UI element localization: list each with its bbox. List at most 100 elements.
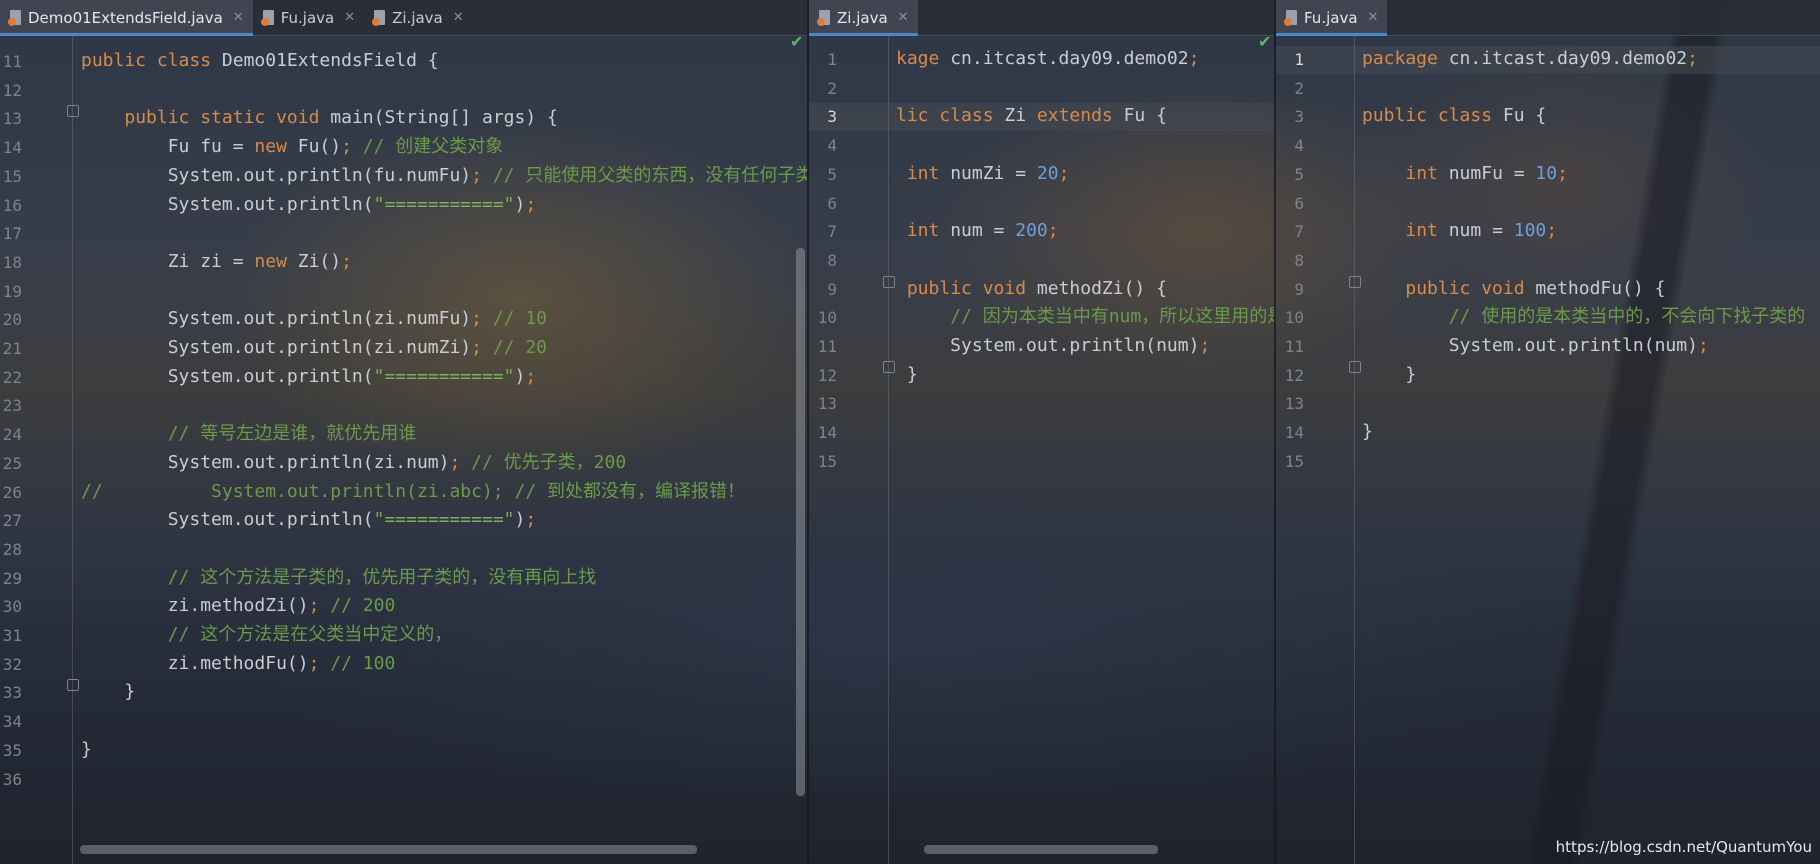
code-line: public static void main(String[] args) { — [81, 106, 557, 130]
horizontal-scrollbar[interactable] — [924, 845, 1158, 854]
code-token: lic class — [896, 105, 1005, 127]
fold-marker-icon[interactable] — [67, 679, 79, 691]
close-icon[interactable]: ✕ — [1368, 10, 1379, 25]
close-icon[interactable]: ✕ — [344, 10, 355, 25]
line-number: 35 — [2, 740, 22, 760]
code-token: 10 — [1535, 162, 1558, 184]
code-line: } — [896, 363, 918, 387]
line-number: 22 — [2, 367, 22, 387]
code-line: Fu fu = new Fu(); // 创建父类对象 — [81, 135, 504, 159]
vertical-scrollbar[interactable] — [796, 248, 805, 796]
close-icon[interactable]: ✕ — [898, 10, 909, 25]
code-line: public void methodFu() { — [1362, 277, 1665, 301]
line-number: 9 — [1294, 279, 1304, 299]
code-line: zi.methodZi(); // 200 — [81, 594, 396, 618]
code-line: int numZi = 20; — [896, 162, 1070, 186]
line-number: 16 — [2, 195, 22, 215]
line-number: 2 — [1294, 78, 1304, 98]
line-number: 13 — [817, 394, 837, 414]
horizontal-scrollbar[interactable] — [80, 845, 697, 854]
code-token: ; — [1047, 220, 1059, 242]
line-number: 5 — [827, 164, 837, 184]
line-number: 3 — [1294, 107, 1304, 127]
line-number: 7 — [1294, 222, 1304, 242]
code-token: // 100 — [330, 652, 396, 674]
code-token: Fu { — [1123, 105, 1167, 127]
code-token: cn.itcast.day09.demo02 — [1448, 48, 1688, 69]
line-number: 13 — [2, 109, 22, 129]
code-line: package cn.itcast.day09.demo02; — [1362, 47, 1698, 71]
code-token: // 200 — [330, 595, 396, 617]
close-icon[interactable]: ✕ — [233, 10, 244, 25]
code-token: Zi zi = — [81, 250, 255, 272]
code-token: System.out.println(num) — [1362, 335, 1698, 356]
code-token: "===========" — [373, 365, 515, 387]
code-token: Fu { — [1502, 105, 1547, 127]
code-token: public void — [906, 277, 1037, 299]
code-token: zi.methodZi() — [81, 595, 309, 617]
code-token: numZi = — [950, 162, 1037, 184]
code-token: ; — [308, 595, 331, 617]
code-token: ; — [525, 509, 537, 531]
line-number: 28 — [2, 539, 22, 559]
code-line: System.out.println("==========="); — [81, 193, 537, 217]
tab-bar: Zi.java ✕ — [809, 0, 1274, 36]
code-token: } — [81, 738, 92, 760]
code-token: // System.out.println(zi.abc); // 到处都没有，… — [81, 480, 745, 502]
code-token: // 等号左边是谁，就优先用谁 — [167, 423, 417, 445]
close-icon[interactable]: ✕ — [453, 10, 464, 25]
line-number: 17 — [2, 224, 22, 244]
code-line: // 这个方法是在父类当中定义的， — [81, 623, 453, 647]
code-token: // 使用的是本类当中的，不会向下找子类的 — [1448, 306, 1806, 328]
code-token: // 这个方法是在父类当中定义的， — [167, 624, 453, 645]
fold-marker-icon[interactable] — [883, 276, 895, 288]
code-line: int num = 200; — [896, 219, 1059, 243]
line-number: 5 — [1294, 164, 1304, 184]
tab-zi-java[interactable]: Zi.java ✕ — [364, 0, 473, 35]
tab-fu-java[interactable]: Fu.java ✕ — [1276, 0, 1388, 36]
line-number: 26 — [2, 482, 22, 502]
fold-marker-icon[interactable] — [883, 361, 895, 373]
code-line: System.out.println(num); — [1362, 334, 1709, 358]
code-token: ; — [1058, 162, 1070, 184]
code-token: // 优先子类，200 — [471, 451, 627, 473]
code-token: package — [1362, 48, 1449, 69]
tab-fu-java[interactable]: Fu.java ✕ — [253, 0, 364, 35]
tab-label: Fu.java — [280, 8, 335, 27]
code-token: ; — [1199, 335, 1211, 356]
code-line: public class Demo01ExtendsField { — [81, 49, 439, 73]
code-token: ; — [471, 337, 493, 358]
code-token: Zi — [1004, 105, 1037, 127]
tab-bar: Fu.java ✕ — [1276, 0, 1820, 36]
fold-marker-icon[interactable] — [67, 105, 79, 117]
code-line: // 因为本类当中有num，所以这里用的是 — [896, 305, 1274, 329]
line-number: 25 — [2, 453, 22, 473]
code-token: 20 — [1036, 162, 1059, 184]
line-number: 36 — [2, 769, 22, 789]
code-token: System.out.println(fu.numFu) — [81, 164, 472, 186]
code-token: Zi() — [297, 250, 342, 272]
editor-pane-fu: Fu.java ✕ package cn.itcast.day09.demo02… — [1276, 0, 1820, 864]
code-line: } — [1362, 363, 1416, 387]
tab-zi-java[interactable]: Zi.java ✕ — [809, 0, 918, 36]
code-line: // 这个方法是子类的，优先用子类的，没有再向上找 — [81, 566, 597, 590]
tab-demo01-extends-field[interactable]: Demo01ExtendsField.java ✕ — [0, 0, 253, 36]
tab-label: Zi.java — [392, 8, 443, 27]
code-token: } — [81, 681, 136, 703]
line-number: 19 — [2, 281, 22, 301]
code-token: cn.itcast.day09.demo02 — [950, 48, 1189, 69]
line-number: 11 — [817, 337, 837, 356]
code-token: kage — [896, 48, 951, 69]
code-line: // System.out.println(zi.abc); // 到处都没有，… — [81, 480, 745, 504]
code-token: System.out.println( — [81, 193, 374, 215]
code-token: ; — [1546, 220, 1558, 242]
fold-marker-icon[interactable] — [1349, 361, 1361, 373]
code-token: System.out.println(zi.numZi) — [81, 337, 472, 358]
line-number: 1 — [1294, 50, 1304, 69]
fold-marker-icon[interactable] — [1349, 276, 1361, 288]
line-number: 8 — [827, 250, 837, 270]
java-file-icon — [260, 9, 275, 26]
code-line: System.out.println(zi.numZi); // 20 — [81, 336, 547, 360]
